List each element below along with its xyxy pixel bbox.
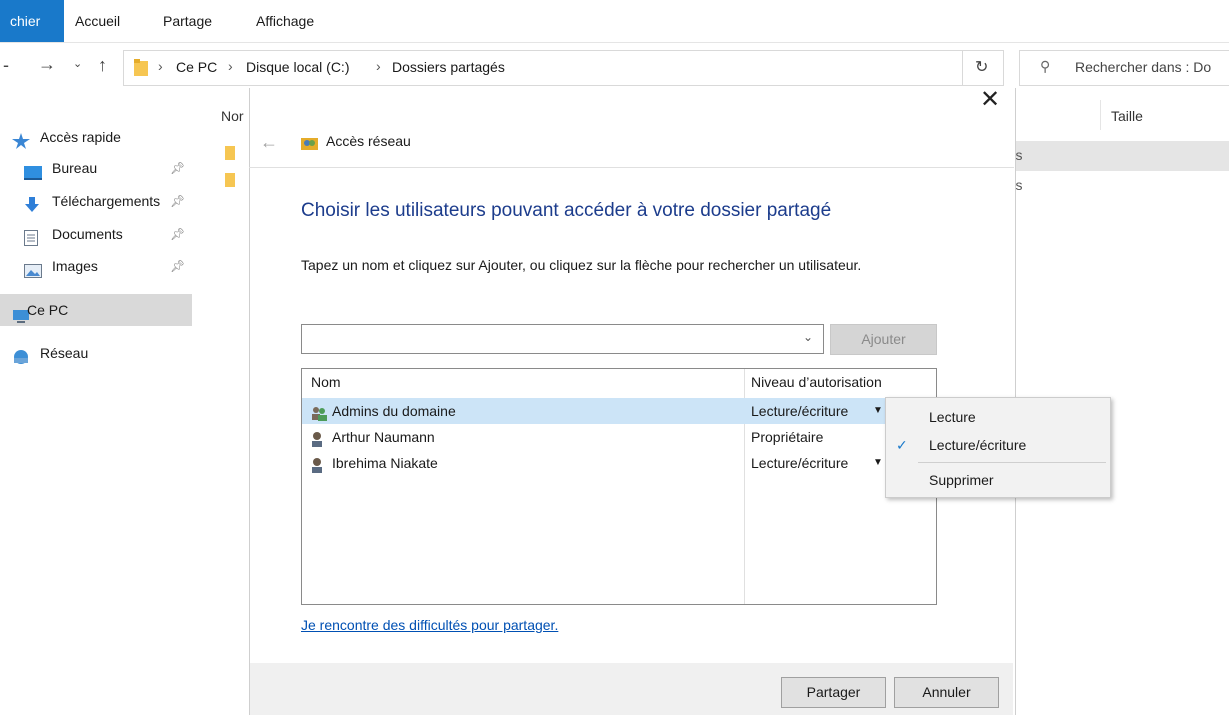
menu-item-read-write[interactable]: ✓ Lecture/écriture bbox=[886, 432, 1108, 458]
back-arrow-icon[interactable]: ← bbox=[260, 132, 278, 153]
folder-icon bbox=[134, 59, 148, 76]
column-header-permission[interactable]: Niveau d’autorisation bbox=[751, 374, 882, 390]
chevron-down-icon[interactable]: ⌄ bbox=[803, 330, 813, 344]
network-icon bbox=[12, 345, 28, 364]
column-header-name[interactable]: Nom bbox=[311, 374, 341, 390]
menu-item-read[interactable]: Lecture bbox=[886, 404, 1108, 430]
pin-icon[interactable]: 📌︎ bbox=[170, 153, 185, 183]
download-icon bbox=[24, 193, 40, 212]
breadcrumb-separator-icon: › bbox=[158, 58, 163, 74]
table-row[interactable]: Arthur Naumann Propriétaire bbox=[302, 424, 936, 450]
permission-level: Propriétaire bbox=[751, 429, 824, 445]
breadcrumb-separator-icon: › bbox=[228, 58, 233, 74]
folder-icon bbox=[225, 146, 235, 160]
cancel-button[interactable]: Annuler bbox=[894, 677, 999, 708]
sidebar-item-images[interactable]: Images 📌︎ bbox=[0, 251, 192, 281]
column-header-size[interactable]: Taille bbox=[1111, 108, 1143, 124]
user-name: Arthur Naumann bbox=[332, 429, 435, 445]
network-share-icon bbox=[301, 135, 318, 150]
menu-item-remove[interactable]: Supprimer bbox=[886, 467, 1108, 493]
list-item[interactable]: iers bbox=[1000, 141, 1229, 171]
ribbon: chier Accueil Partage Affichage bbox=[0, 0, 1229, 43]
sidebar-item-quick-access[interactable]: Accès rapide bbox=[0, 122, 192, 152]
pin-icon[interactable]: 📌︎ bbox=[170, 186, 185, 216]
dialog-instructions: Tapez un nom et cliquez sur Ajouter, ou … bbox=[301, 257, 862, 273]
pin-icon[interactable]: 📌︎ bbox=[170, 219, 185, 249]
user-name: Admins du domaine bbox=[332, 403, 456, 419]
permission-level[interactable]: Lecture/écriture bbox=[751, 398, 848, 424]
sidebar-item-documents[interactable]: Documents 📌︎ bbox=[0, 219, 192, 249]
checkmark-icon: ✓ bbox=[896, 437, 908, 453]
dropdown-arrow-icon[interactable]: ▼ bbox=[873, 450, 883, 476]
refresh-icon: ↻ bbox=[975, 59, 989, 76]
column-divider bbox=[1100, 100, 1101, 130]
refresh-button[interactable]: ↻ bbox=[961, 50, 1004, 86]
menu-separator bbox=[918, 462, 1106, 463]
user-icon bbox=[310, 455, 326, 473]
tab-share[interactable]: Partage bbox=[163, 0, 212, 42]
recent-locations-chevron-icon[interactable]: ⌄ bbox=[73, 57, 82, 70]
group-icon bbox=[310, 403, 327, 421]
search-icon: ⚲ bbox=[1040, 58, 1051, 74]
user-name: Ibrehima Niakate bbox=[332, 455, 438, 471]
star-icon bbox=[12, 129, 30, 149]
computer-icon bbox=[12, 303, 29, 323]
close-icon[interactable]: ✕ bbox=[980, 86, 1000, 114]
folder-icon bbox=[225, 173, 235, 187]
dialog-heading: Choisir les utilisateurs pouvant accéder… bbox=[301, 200, 832, 221]
sharing-help-link[interactable]: Je rencontre des difficultés pour partag… bbox=[301, 617, 558, 633]
user-name-combobox[interactable] bbox=[301, 324, 824, 354]
divider bbox=[249, 167, 1014, 168]
tab-home[interactable]: Accueil bbox=[75, 0, 120, 42]
sidebar-item-downloads[interactable]: Téléchargements 📌︎ bbox=[0, 186, 192, 216]
address-bar[interactable]: › Ce PC › Disque local (C:) › Dossiers p… bbox=[123, 50, 963, 86]
forward-button[interactable]: → bbox=[38, 54, 56, 75]
tab-view[interactable]: Affichage bbox=[256, 0, 314, 42]
images-icon bbox=[24, 258, 42, 278]
table-row[interactable]: Admins du domaine Lecture/écriture ▼ bbox=[302, 398, 936, 424]
add-button[interactable]: Ajouter bbox=[830, 324, 937, 355]
sidebar-item-this-pc[interactable]: Ce PC bbox=[0, 294, 192, 326]
sidebar-item-network[interactable]: Réseau bbox=[0, 338, 192, 368]
up-button[interactable]: ↑ bbox=[98, 55, 107, 76]
documents-icon bbox=[24, 226, 40, 246]
dialog-title: Accès réseau bbox=[326, 133, 411, 149]
breadcrumb-local-disk[interactable]: Disque local (C:) bbox=[246, 59, 349, 75]
share-button[interactable]: Partager bbox=[781, 677, 886, 708]
pin-icon[interactable]: 📌︎ bbox=[170, 251, 185, 281]
sidebar-item-desktop[interactable]: Bureau 📌︎ bbox=[0, 153, 192, 183]
dropdown-arrow-icon[interactable]: ▼ bbox=[873, 398, 883, 424]
breadcrumb-shared-folders[interactable]: Dossiers partagés bbox=[392, 59, 505, 75]
search-placeholder: Rechercher dans : Do bbox=[1075, 59, 1212, 75]
tab-file[interactable]: chier bbox=[0, 0, 64, 42]
permission-level[interactable]: Lecture/écriture bbox=[751, 450, 848, 476]
desktop-icon bbox=[24, 160, 42, 180]
user-icon bbox=[310, 429, 326, 447]
breadcrumb-ce-pc[interactable]: Ce PC bbox=[176, 59, 217, 75]
search-box[interactable]: ⚲ Rechercher dans : Do bbox=[1019, 50, 1229, 86]
back-button[interactable]: - bbox=[3, 55, 9, 76]
column-header-name[interactable]: Nor bbox=[221, 108, 244, 124]
breadcrumb-separator-icon: › bbox=[376, 58, 381, 74]
table-row[interactable]: Ibrehima Niakate Lecture/écriture ▼ bbox=[302, 450, 936, 476]
